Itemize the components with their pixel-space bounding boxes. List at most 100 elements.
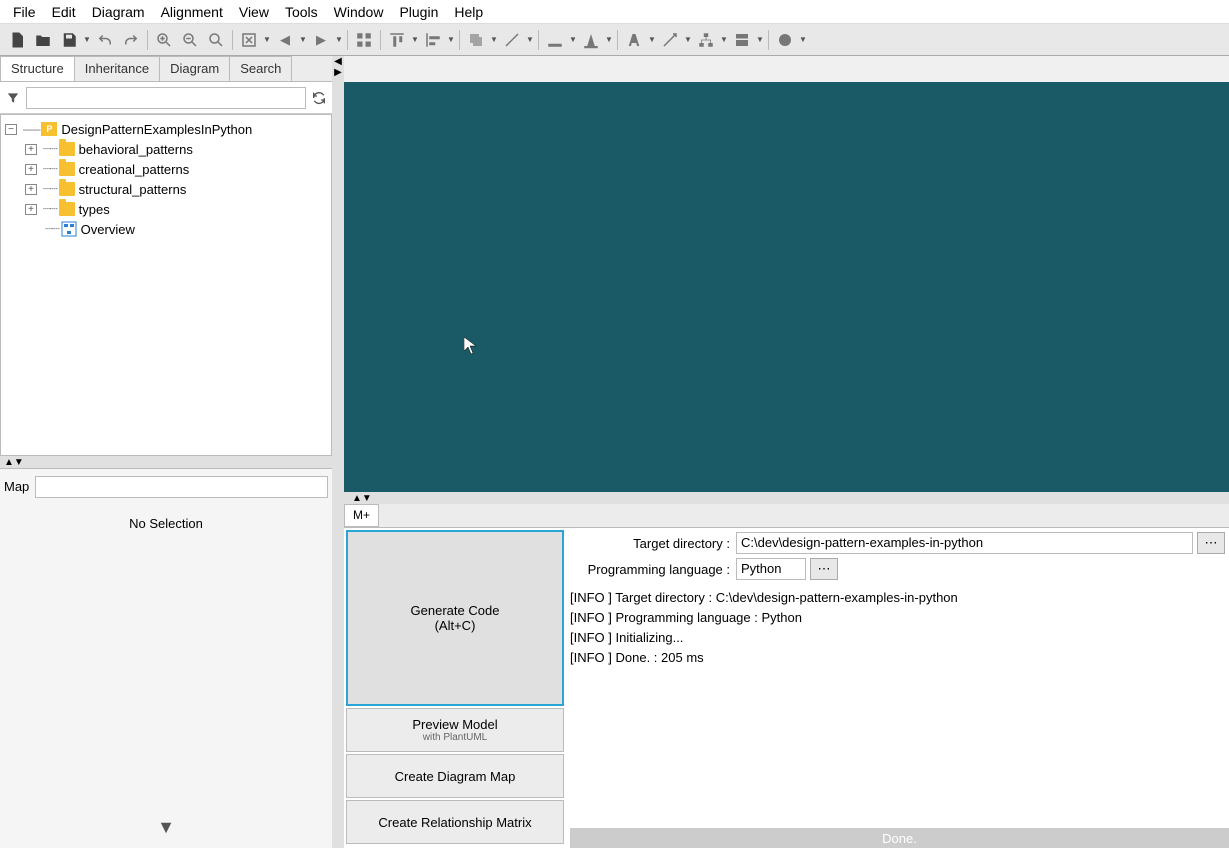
menu-plugin[interactable]: Plugin <box>391 1 446 23</box>
map-input[interactable] <box>35 476 328 498</box>
create-relationship-matrix-button[interactable]: Create Relationship Matrix <box>346 800 564 844</box>
nav-right-icon[interactable]: ▶ <box>309 28 333 52</box>
tree-root-label: DesignPatternExamplesInPython <box>61 122 252 137</box>
tree-item-label: structural_patterns <box>79 182 187 197</box>
menu-file[interactable]: File <box>5 1 44 23</box>
tree-item[interactable]: +┈┈ creational_patterns <box>5 159 327 179</box>
collapse-icon[interactable]: − <box>5 124 17 135</box>
left-panel: Structure Inheritance Diagram Search −──… <box>0 56 332 848</box>
generate-code-button[interactable]: Generate Code (Alt+C) <box>346 530 564 706</box>
line-color-dropdown-icon[interactable]: ▼ <box>526 35 534 44</box>
create-diagram-map-button[interactable]: Create Diagram Map <box>346 754 564 798</box>
tab-mplus[interactable]: M+ <box>344 504 379 527</box>
tree-root[interactable]: −── P DesignPatternExamplesInPython <box>5 119 327 139</box>
nav-left-dropdown-icon[interactable]: ▼ <box>299 35 307 44</box>
tree-leaf[interactable]: ┈┈ Overview <box>5 219 327 239</box>
zoom-out-icon[interactable] <box>178 28 202 52</box>
target-dir-value[interactable]: C:\dev\design-pattern-examples-in-python <box>736 532 1193 554</box>
text-color-icon[interactable] <box>579 28 603 52</box>
menu-help[interactable]: Help <box>446 1 491 23</box>
folder-icon <box>59 202 75 216</box>
menu-window[interactable]: Window <box>326 1 392 23</box>
filter-input[interactable] <box>26 87 306 109</box>
project-tree[interactable]: −── P DesignPatternExamplesInPython +┈┈ … <box>0 114 332 456</box>
filter-icon[interactable] <box>4 89 22 107</box>
object-icon[interactable] <box>730 28 754 52</box>
layer-dropdown-icon[interactable]: ▼ <box>490 35 498 44</box>
generate-label: Generate Code <box>411 603 500 618</box>
preview-model-button[interactable]: Preview Model with PlantUML <box>346 708 564 752</box>
preview-sublabel: with PlantUML <box>423 732 487 743</box>
tree-leaf-label: Overview <box>81 222 135 237</box>
zoom-reset-icon[interactable] <box>204 28 228 52</box>
menu-tools[interactable]: Tools <box>277 1 326 23</box>
generate-shortcut: (Alt+C) <box>435 618 476 633</box>
nav-right-dropdown-icon[interactable]: ▼ <box>335 35 343 44</box>
menu-view[interactable]: View <box>231 1 277 23</box>
fill-color-icon[interactable] <box>543 28 567 52</box>
log-line: [INFO ] Programming language : Python <box>570 608 1225 628</box>
menu-bar: File Edit Diagram Alignment View Tools W… <box>0 0 1229 24</box>
tree-layout-icon[interactable] <box>694 28 718 52</box>
refresh-icon[interactable] <box>310 89 328 107</box>
horizontal-splitter[interactable]: ▲▼ <box>0 456 332 468</box>
chevron-down-icon[interactable]: ▼ <box>157 817 175 838</box>
grid-icon[interactable] <box>352 28 376 52</box>
expand-icon[interactable]: + <box>25 144 37 155</box>
layer-icon[interactable] <box>464 28 488 52</box>
canvas-splitter[interactable]: ▲▼ <box>344 492 1229 504</box>
tab-inheritance[interactable]: Inheritance <box>74 56 160 81</box>
align-top-dropdown-icon[interactable]: ▼ <box>411 35 419 44</box>
tab-search[interactable]: Search <box>229 56 292 81</box>
menu-edit[interactable]: Edit <box>44 1 84 23</box>
fill-color-dropdown-icon[interactable]: ▼ <box>569 35 577 44</box>
vertical-splitter[interactable]: ◀▶ <box>332 56 344 848</box>
tab-diagram[interactable]: Diagram <box>159 56 230 81</box>
connector-icon[interactable] <box>658 28 682 52</box>
project-icon: P <box>41 122 57 136</box>
save-dropdown-icon[interactable]: ▼ <box>83 35 91 44</box>
open-icon[interactable] <box>31 28 55 52</box>
shape-icon[interactable] <box>773 28 797 52</box>
menu-alignment[interactable]: Alignment <box>153 1 231 23</box>
tab-structure[interactable]: Structure <box>0 56 75 81</box>
structure-tabs: Structure Inheritance Diagram Search <box>0 56 332 82</box>
preview-label: Preview Model <box>412 717 497 732</box>
toolbar: ▼ ▼ ◀ ▼ ▶ ▼ ▼ ▼ ▼ ▼ ▼ ▼ ▼ ▼ ▼ ▼ ▼ <box>0 24 1229 56</box>
zoom-in-icon[interactable] <box>152 28 176 52</box>
line-color-icon[interactable] <box>500 28 524 52</box>
undo-icon[interactable] <box>93 28 117 52</box>
diagram-canvas[interactable] <box>344 82 1229 492</box>
align-left-dropdown-icon[interactable]: ▼ <box>447 35 455 44</box>
menu-diagram[interactable]: Diagram <box>84 1 153 23</box>
folder-icon <box>59 142 75 156</box>
save-icon[interactable] <box>57 28 81 52</box>
selection-panel: No Selection ▼ <box>0 504 332 848</box>
object-dropdown-icon[interactable]: ▼ <box>756 35 764 44</box>
align-top-icon[interactable] <box>385 28 409 52</box>
align-left-icon[interactable] <box>421 28 445 52</box>
tree-item[interactable]: +┈┈ behavioral_patterns <box>5 139 327 159</box>
fit-view-icon[interactable] <box>237 28 261 52</box>
tree-item[interactable]: +┈┈ types <box>5 199 327 219</box>
lang-label: Programming language : <box>570 562 730 577</box>
shape-dropdown-icon[interactable]: ▼ <box>799 35 807 44</box>
font-icon[interactable] <box>622 28 646 52</box>
fit-dropdown-icon[interactable]: ▼ <box>263 35 271 44</box>
log-line: [INFO ] Target directory : C:\dev\design… <box>570 588 1225 608</box>
tree-item[interactable]: +┈┈ structural_patterns <box>5 179 327 199</box>
browse-lang-button[interactable]: ⋯ <box>810 558 838 580</box>
expand-icon[interactable]: + <box>25 184 37 195</box>
browse-target-button[interactable]: ⋯ <box>1197 532 1225 554</box>
redo-icon[interactable] <box>119 28 143 52</box>
nav-left-icon[interactable]: ◀ <box>273 28 297 52</box>
tree-layout-dropdown-icon[interactable]: ▼ <box>720 35 728 44</box>
expand-icon[interactable]: + <box>25 204 37 215</box>
connector-dropdown-icon[interactable]: ▼ <box>684 35 692 44</box>
text-color-dropdown-icon[interactable]: ▼ <box>605 35 613 44</box>
font-dropdown-icon[interactable]: ▼ <box>648 35 656 44</box>
expand-icon[interactable]: + <box>25 164 37 175</box>
new-file-icon[interactable] <box>5 28 29 52</box>
lang-value[interactable]: Python <box>736 558 806 580</box>
cursor-icon <box>464 337 478 360</box>
